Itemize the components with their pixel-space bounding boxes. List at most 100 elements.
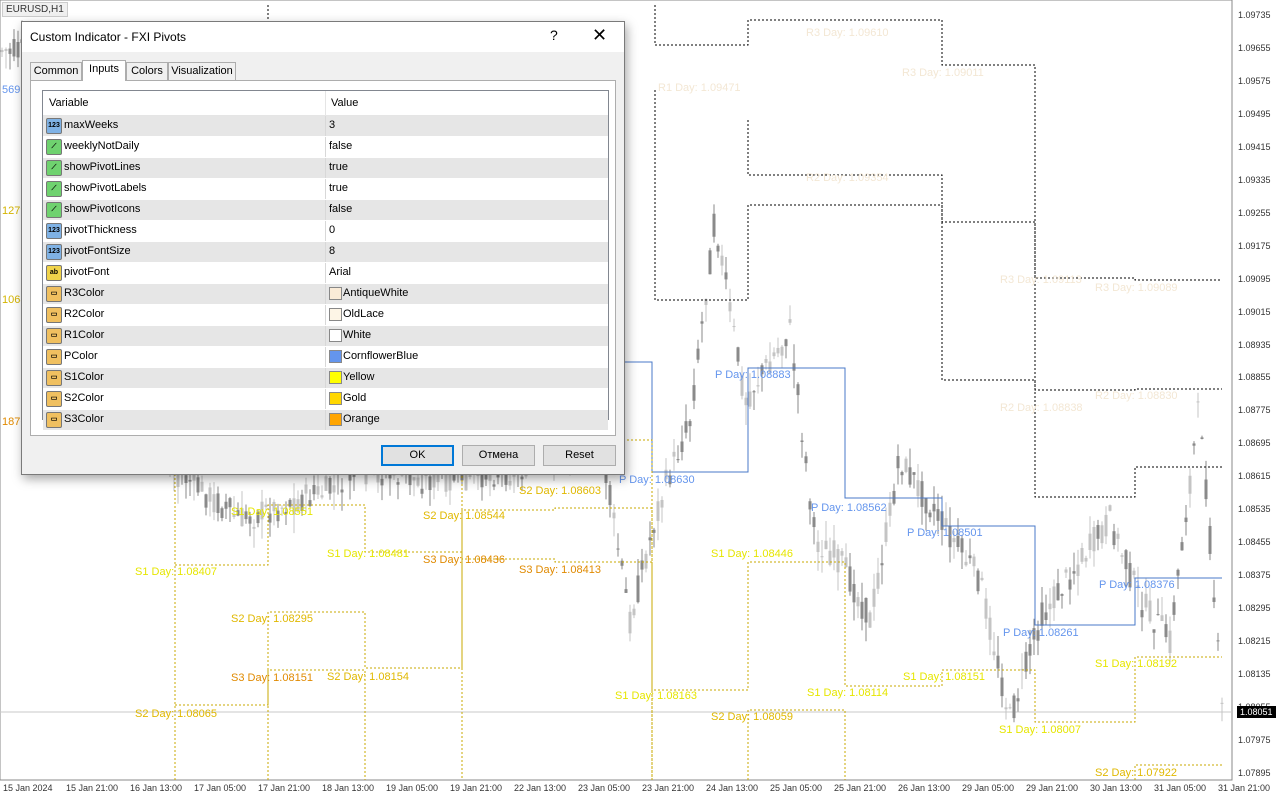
candle-body — [728, 302, 732, 312]
candle-body — [1064, 569, 1068, 573]
input-row[interactable]: ▭ PColor CornflowerBlue — [43, 347, 608, 368]
candle-body — [880, 563, 884, 566]
candle-body — [204, 494, 208, 508]
candle-body — [648, 537, 652, 541]
time-tick: 23 Jan 21:00 — [642, 783, 695, 793]
input-row[interactable]: ⟋ showPivotLines true — [43, 158, 608, 179]
candle-body — [1076, 564, 1080, 577]
time-tick: 17 Jan 21:00 — [258, 783, 311, 793]
time-tick: 15 Jan 2024 — [3, 783, 53, 793]
candle-body — [1212, 597, 1216, 602]
number-type-icon: 123 — [46, 118, 62, 134]
input-row[interactable]: ▭ R3Color AntiqueWhite — [43, 284, 608, 305]
pivot-label: R1 Day: 1.09471 — [658, 82, 741, 94]
grid-header: Variable Value — [43, 91, 608, 116]
tab-inputs[interactable]: Inputs — [82, 60, 126, 81]
time-tick: 29 Jan 21:00 — [1026, 783, 1079, 793]
input-row[interactable]: ⟋ weeklyNotDaily false — [43, 137, 608, 158]
candle-body — [976, 570, 980, 592]
candle-body — [1112, 531, 1116, 546]
candle-body — [332, 485, 336, 493]
cancel-button[interactable]: Отмена — [462, 445, 535, 466]
pivot-label: S2 Day: 1.08065 — [135, 708, 217, 720]
candle-body — [1120, 555, 1124, 557]
input-value[interactable]: Gold — [343, 392, 366, 404]
pivot-label: S2 Day: 1.07922 — [1095, 767, 1177, 779]
column-header-value[interactable]: Value — [331, 97, 358, 109]
ok-button[interactable]: OK — [381, 445, 454, 466]
candle-body — [188, 479, 192, 482]
input-value[interactable]: false — [329, 140, 352, 152]
input-value[interactable]: false — [329, 203, 352, 215]
input-value[interactable]: CornflowerBlue — [343, 350, 418, 362]
candle-body — [656, 501, 660, 521]
column-header-variable[interactable]: Variable — [49, 97, 89, 109]
close-icon[interactable]: ✕ — [592, 25, 607, 46]
color-swatch[interactable] — [329, 413, 342, 426]
color-swatch[interactable] — [329, 350, 342, 363]
input-row[interactable]: ▭ S1Color Yellow — [43, 368, 608, 389]
color-swatch[interactable] — [329, 287, 342, 300]
color-swatch[interactable] — [329, 308, 342, 321]
candle-body — [812, 517, 816, 528]
pivot-label: S3 Day: 1.08413 — [519, 564, 601, 576]
candle-body — [200, 481, 204, 492]
time-tick: 17 Jan 05:00 — [194, 783, 247, 793]
candle-body — [1164, 624, 1168, 638]
price-tick: 1.09015 — [1238, 306, 1271, 317]
candle-body — [712, 213, 716, 237]
input-row[interactable]: 123 pivotThickness 0 — [43, 221, 608, 242]
dialog-titlebar[interactable]: Custom Indicator - FXI Pivots ? ✕ — [22, 22, 624, 52]
tab-colors[interactable]: Colors — [126, 62, 168, 80]
candle-body — [896, 456, 900, 469]
tab-visualization[interactable]: Visualization — [168, 62, 236, 80]
input-value[interactable]: AntiqueWhite — [343, 287, 408, 299]
pivot-label: S1 Day: 1.08114 — [807, 687, 889, 699]
candle-body — [688, 421, 692, 427]
tab-common[interactable]: Common — [30, 62, 82, 80]
input-value[interactable]: Yellow — [343, 371, 374, 383]
input-row[interactable]: ab pivotFont Arial — [43, 263, 608, 284]
candle-body — [184, 475, 188, 484]
pivot-label: S1 Day: 1.08163 — [615, 690, 697, 702]
candle-body — [1088, 533, 1092, 550]
price-tick: 1.08215 — [1238, 636, 1271, 647]
input-value[interactable]: true — [329, 161, 348, 173]
input-row[interactable]: ⟋ showPivotIcons false — [43, 200, 608, 221]
input-row[interactable]: ⟋ showPivotLabels true — [43, 179, 608, 200]
candle-body — [720, 255, 724, 266]
candle-body — [628, 611, 632, 634]
reset-button[interactable]: Reset — [543, 445, 616, 466]
input-value[interactable]: Orange — [343, 413, 380, 425]
color-type-icon: ▭ — [46, 328, 62, 344]
input-value[interactable]: 3 — [329, 119, 335, 131]
input-value[interactable]: OldLace — [343, 308, 384, 320]
candle-body — [744, 397, 748, 406]
price-tick: 1.08935 — [1238, 339, 1271, 350]
input-name: S3Color — [64, 413, 104, 425]
color-swatch[interactable] — [329, 329, 342, 342]
candle-body — [612, 512, 616, 519]
help-button[interactable]: ? — [550, 27, 558, 43]
candle-body — [748, 391, 752, 407]
input-value[interactable]: White — [343, 329, 371, 341]
input-value[interactable]: 0 — [329, 224, 335, 236]
pivot-label: P Day: 1.08501 — [907, 527, 983, 539]
input-value[interactable]: 8 — [329, 245, 335, 257]
input-row[interactable]: ▭ R2Color OldLace — [43, 305, 608, 326]
input-row[interactable]: ▭ S3Color Orange — [43, 410, 608, 431]
current-price-badge: 1.08051 — [1237, 706, 1276, 718]
input-value[interactable]: true — [329, 182, 348, 194]
input-row[interactable]: 123 maxWeeks 3 — [43, 116, 608, 137]
input-value[interactable]: Arial — [329, 266, 351, 278]
input-row[interactable]: 123 pivotFontSize 8 — [43, 242, 608, 263]
time-tick: 22 Jan 13:00 — [514, 783, 567, 793]
input-row[interactable]: ▭ S2Color Gold — [43, 389, 608, 410]
color-swatch[interactable] — [329, 392, 342, 405]
pivot-label: R2 Day: 1.08838 — [1000, 402, 1083, 414]
pivot-label: S1 Day: 1.08446 — [711, 548, 793, 560]
color-swatch[interactable] — [329, 371, 342, 384]
candle-body — [840, 551, 844, 556]
candle-body — [1124, 550, 1128, 570]
input-row[interactable]: ▭ R1Color White — [43, 326, 608, 347]
